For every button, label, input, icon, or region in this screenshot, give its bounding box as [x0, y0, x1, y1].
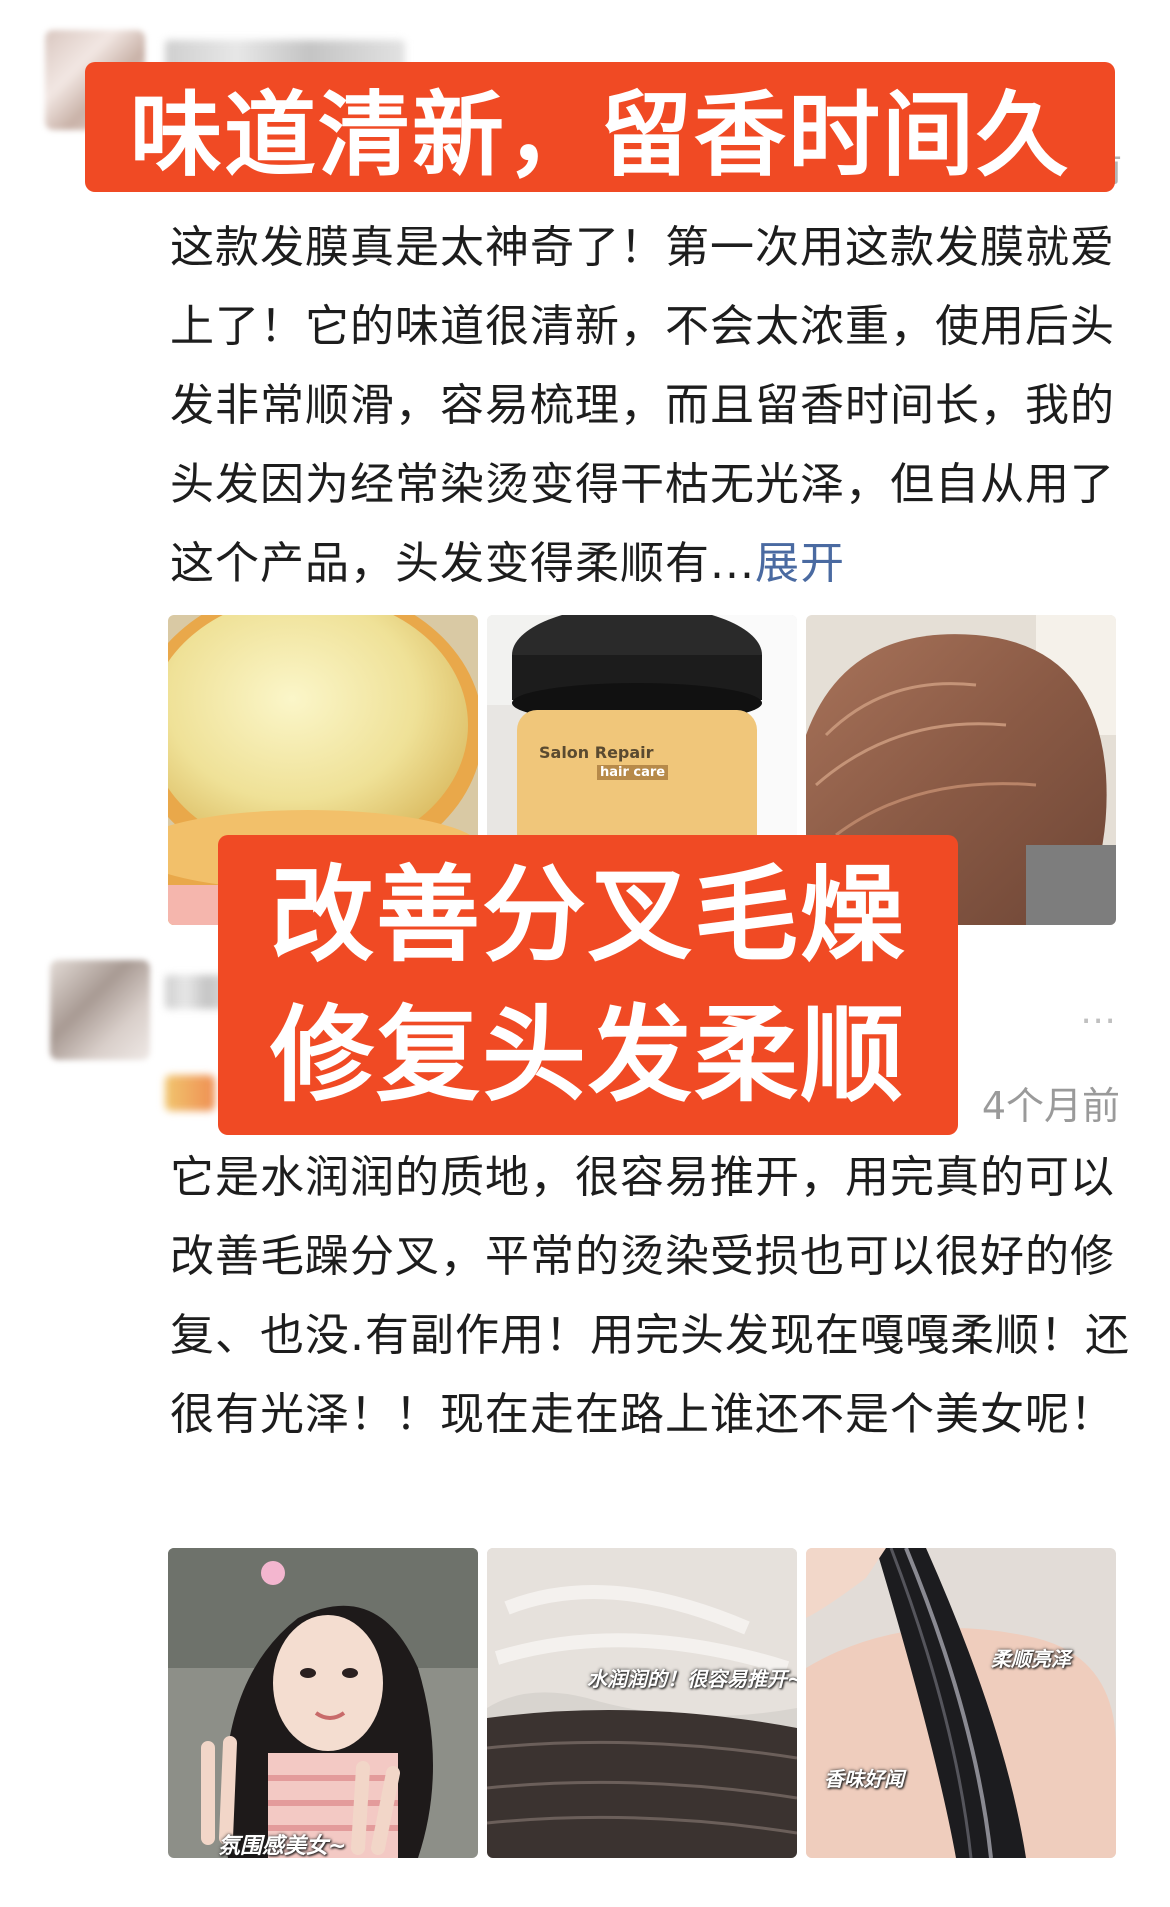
- comment-1-text-block: 这款发膜真是太神奇了！第一次用这款发膜就爱上了！它的味道很清新，不会太浓重，使用…: [170, 208, 1130, 603]
- comment-2-timestamp: 4个月前: [981, 1084, 1120, 1128]
- hair-mask-applying-icon: [487, 1548, 797, 1858]
- review-feed-page: 味道清新，留香时间久 前 这款发膜真是太神奇了！第一次用这款发膜就爱上了！它的味…: [0, 0, 1170, 1907]
- image-caption-shine: 柔顺亮泽: [991, 1647, 1071, 1671]
- shiny-hair-in-hand-icon: [806, 1548, 1116, 1858]
- product-sub-label: hair care: [597, 765, 669, 780]
- comment-2-text: 它是水润润的质地，很容易推开，用完真的可以改善毛躁分叉，平常的烫染受损也可以很好…: [170, 1152, 1130, 1440]
- girl-peace-sign-icon: [168, 1548, 478, 1858]
- headline-banner-top: 味道清新，留香时间久: [85, 62, 1115, 192]
- image-caption-atmosphere: 氛围感美女~: [218, 1834, 347, 1858]
- headline-banner-middle-line2: 修复头发柔顺: [269, 994, 906, 1116]
- comment-2-text-block: 它是水润润的质地，很容易推开，用完真的可以改善毛躁分叉，平常的烫染受损也可以很好…: [170, 1138, 1130, 1454]
- user-badge-blurred: [165, 1075, 215, 1111]
- headline-banner-top-text: 味道清新，留香时间久: [129, 81, 1070, 189]
- headline-banner-middle-line1: 改善分叉毛燥: [269, 854, 906, 976]
- image-caption-texture: 水润润的！很容易推开~: [587, 1667, 797, 1691]
- comment-2-image-1[interactable]: 氛围感美女~: [168, 1548, 478, 1858]
- user-avatar-2[interactable]: [50, 960, 150, 1060]
- product-label: Salon Repair: [539, 743, 654, 762]
- headline-banner-middle: 改善分叉毛燥 修复头发柔顺: [218, 835, 958, 1135]
- more-options-icon[interactable]: ⋯: [1080, 1000, 1118, 1041]
- expand-link[interactable]: 展开: [755, 538, 845, 589]
- comment-2-image-3[interactable]: 柔顺亮泽 香味好闻: [806, 1548, 1116, 1858]
- comment-2-image-2[interactable]: 水润润的！很容易推开~: [487, 1548, 797, 1858]
- comment-1-text: 这款发膜真是太神奇了！第一次用这款发膜就爱上了！它的味道很清新，不会太浓重，使用…: [170, 222, 1115, 589]
- image-caption-scent: 香味好闻: [824, 1767, 904, 1791]
